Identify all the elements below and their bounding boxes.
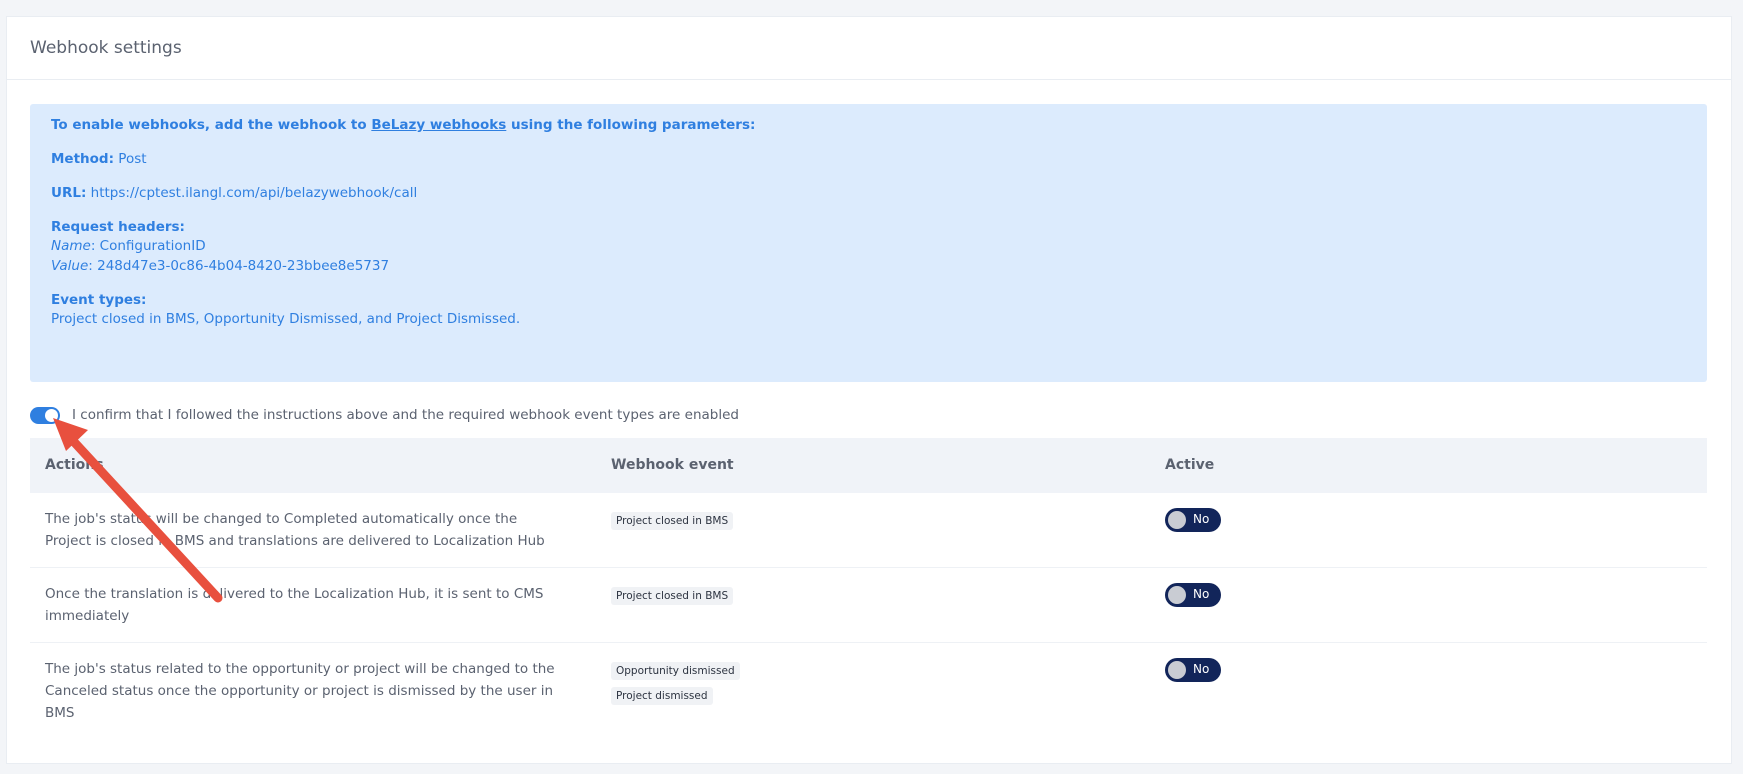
- intro-line: To enable webhooks, add the webhook to B…: [51, 117, 755, 133]
- header-name-line: Name: ConfigurationID: [51, 238, 206, 254]
- event-tag: Project dismissed: [611, 687, 713, 705]
- active-cell: No: [1165, 508, 1221, 532]
- table-row: Once the translation is delivered to the…: [30, 568, 1707, 643]
- belazy-webhooks-link[interactable]: BeLazy webhooks: [371, 117, 506, 133]
- event-tag: Project closed in BMS: [611, 512, 734, 530]
- active-toggle[interactable]: No: [1165, 658, 1221, 682]
- request-headers-label: Request headers:: [51, 219, 185, 235]
- column-header-actions: Actions: [45, 457, 104, 473]
- toggle-label: No: [1193, 587, 1210, 601]
- webhook-event-cell: Opportunity dismissed Project dismissed: [611, 659, 740, 709]
- active-cell: No: [1165, 583, 1221, 607]
- active-cell: No: [1165, 658, 1221, 682]
- intro-prefix: To enable webhooks, add the webhook to: [51, 117, 372, 133]
- webhook-event-cell: Project closed in BMS: [611, 584, 734, 609]
- active-toggle[interactable]: No: [1165, 508, 1221, 532]
- page-title: Webhook settings: [30, 38, 182, 58]
- method-value: Post: [118, 151, 147, 167]
- url-line: URL: https://cptest.ilangl.com/api/belaz…: [51, 185, 417, 201]
- table-header: Actions Webhook event Active: [30, 438, 1707, 493]
- column-header-active: Active: [1165, 457, 1215, 473]
- header-value-line: Value: 248d47e3-0c86-4b04-8420-23bbee8e5…: [51, 258, 389, 274]
- webhook-settings-card: Webhook settings To enable webhooks, add…: [6, 16, 1732, 764]
- intro-suffix: using the following parameters:: [506, 117, 756, 133]
- card-header: Webhook settings: [7, 17, 1731, 80]
- table-row: The job's status related to the opportun…: [30, 643, 1707, 721]
- event-tag: Opportunity dismissed: [611, 662, 740, 680]
- event-types-value: Project closed in BMS, Opportunity Dismi…: [51, 311, 521, 327]
- header-name-value: : ConfigurationID: [90, 238, 206, 254]
- toggle-label: No: [1193, 662, 1210, 676]
- method-label: Method:: [51, 151, 114, 167]
- confirm-toggle[interactable]: [30, 407, 60, 424]
- action-text: Once the translation is delivered to the…: [45, 586, 544, 624]
- toggle-label: No: [1193, 512, 1210, 526]
- toggle-knob: [45, 409, 58, 422]
- event-tag: Project closed in BMS: [611, 587, 734, 605]
- url-value: https://cptest.ilangl.com/api/belazywebh…: [90, 185, 418, 201]
- url-label: URL:: [51, 185, 87, 201]
- webhook-actions-table: Actions Webhook event Active The job's s…: [30, 438, 1707, 721]
- toggle-knob: [1168, 586, 1186, 604]
- active-toggle[interactable]: No: [1165, 583, 1221, 607]
- event-types-label: Event types:: [51, 292, 147, 308]
- webhook-instructions-panel: To enable webhooks, add the webhook to B…: [30, 104, 1707, 382]
- webhook-event-cell: Project closed in BMS: [611, 509, 734, 534]
- action-text: The job's status related to the opportun…: [45, 661, 555, 721]
- header-name-label: Name: [51, 238, 91, 254]
- confirm-label: I confirm that I followed the instructio…: [72, 407, 739, 423]
- table-row: The job's status will be changed to Comp…: [30, 493, 1707, 568]
- toggle-knob: [1168, 511, 1186, 529]
- action-text: The job's status will be changed to Comp…: [45, 511, 545, 549]
- column-header-webhook-event: Webhook event: [611, 457, 734, 473]
- header-value-value: : 248d47e3-0c86-4b04-8420-23bbee8e5737: [88, 258, 390, 274]
- toggle-knob: [1168, 661, 1186, 679]
- header-value-label: Value: [51, 258, 89, 274]
- method-line: Method: Post: [51, 151, 147, 167]
